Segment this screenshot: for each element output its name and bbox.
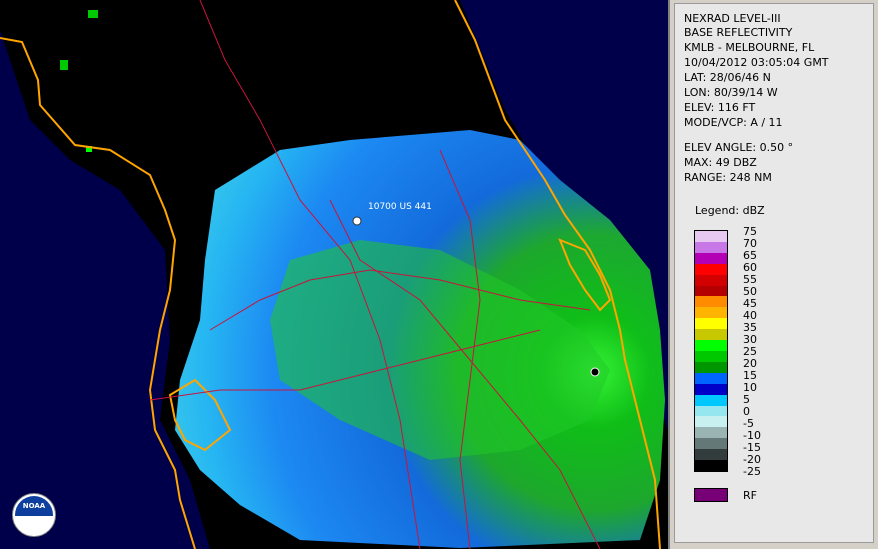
station-name: KMLB - MELBOURNE, FL: [684, 41, 815, 54]
site-longitude: LON: 80/39/14 W: [684, 86, 778, 99]
stray-echo: [60, 60, 68, 70]
radar-site-marker[interactable]: [590, 367, 600, 377]
color-scale-swatch: [695, 427, 727, 439]
rf-swatch: [694, 488, 728, 502]
color-scale-swatch: [695, 405, 727, 417]
color-scale-swatch: [695, 231, 727, 242]
noaa-logo-text: NOAA: [22, 502, 46, 510]
radar-map[interactable]: 10700 US 441 NOAA: [0, 0, 668, 549]
info-box: NEXRAD LEVEL-III BASE REFLECTIVITY KMLB …: [674, 3, 874, 543]
site-elevation: ELEV: 116 FT: [684, 101, 756, 114]
rf-label: RF: [743, 489, 757, 502]
location-marker[interactable]: [352, 216, 362, 226]
color-scale-swatch: [695, 329, 727, 341]
location-label: 10700 US 441: [368, 202, 432, 212]
color-scale-swatch: [695, 460, 727, 471]
color-scale-swatch: [695, 318, 727, 330]
color-scale-swatch: [695, 449, 727, 461]
color-scale-swatch: [695, 416, 727, 428]
color-scale-label: -25: [743, 465, 761, 478]
stray-echo: [88, 10, 98, 18]
color-scale-swatch: [695, 274, 727, 286]
product-name: NEXRAD LEVEL-III: [684, 12, 781, 25]
color-scale-swatch: [695, 372, 727, 384]
color-scale-swatch: [695, 285, 727, 297]
site-latitude: LAT: 28/06/46 N: [684, 71, 771, 84]
color-scale-swatch: [695, 252, 727, 264]
elevation-angle: ELEV ANGLE: 0.50 °: [684, 141, 794, 154]
radar-canvas: [0, 0, 668, 549]
color-scale-swatch: [695, 307, 727, 319]
color-scale-swatch: [695, 361, 727, 373]
product-type: BASE REFLECTIVITY: [684, 26, 793, 39]
color-scale-swatch: [695, 263, 727, 275]
scan-mode: MODE/VCP: A / 11: [684, 116, 783, 129]
color-scale-swatch: [695, 394, 727, 406]
info-panel: NEXRAD LEVEL-III BASE REFLECTIVITY KMLB …: [668, 0, 878, 549]
color-scale-swatch: [695, 383, 727, 395]
scan-datetime: 10/04/2012 03:05:04 GMT: [684, 56, 829, 69]
color-scale-swatch: [695, 296, 727, 308]
color-scale-swatch: [695, 241, 727, 253]
scan-range: RANGE: 248 NM: [684, 171, 772, 184]
legend-title: Legend: dBZ: [695, 204, 765, 217]
color-scale-swatch: [695, 438, 727, 450]
noaa-logo: NOAA: [12, 493, 56, 537]
color-scale: [694, 230, 728, 472]
color-scale-swatch: [695, 340, 727, 351]
color-scale-swatch: [695, 350, 727, 362]
max-reflectivity: MAX: 49 DBZ: [684, 156, 757, 169]
